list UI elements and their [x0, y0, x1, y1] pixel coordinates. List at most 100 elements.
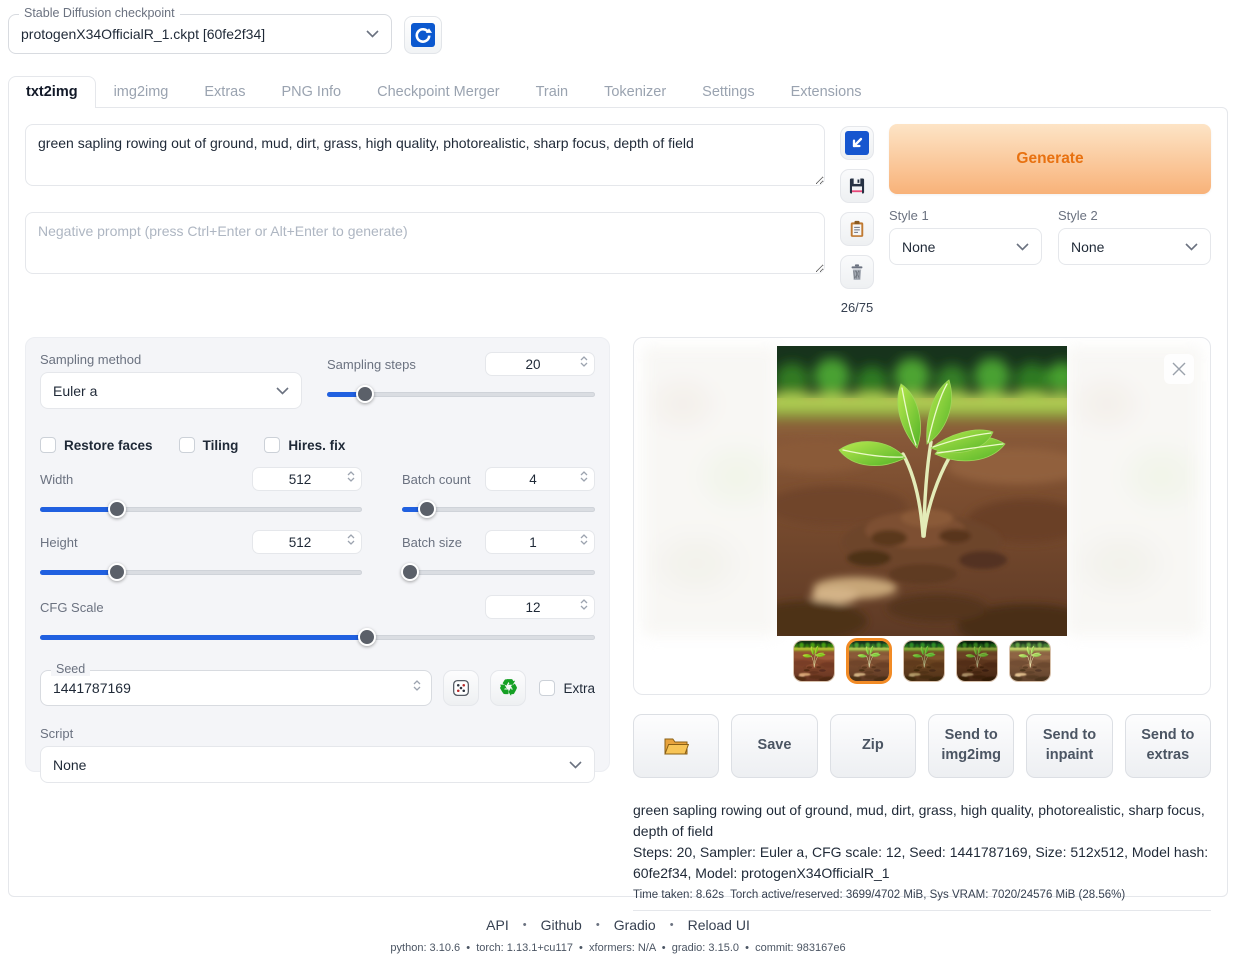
- refresh-icon: [411, 23, 435, 47]
- width-slider[interactable]: [40, 500, 362, 518]
- height-slider[interactable]: [40, 563, 362, 581]
- send-to-extras-button[interactable]: Send to extras: [1125, 714, 1211, 778]
- stepper-icon[interactable]: [413, 680, 421, 691]
- tab-txt2img[interactable]: txt2img: [8, 76, 96, 108]
- batch-count-slider[interactable]: [402, 500, 595, 518]
- dice-icon: [450, 677, 472, 699]
- slider-thumb[interactable]: [356, 385, 374, 403]
- height-label: Height: [40, 535, 78, 550]
- top-bar: Stable Diffusion checkpoint protogenX34O…: [0, 0, 1236, 54]
- arrow-down-left-icon: [845, 131, 869, 155]
- send-to-img2img-button[interactable]: Send to img2img: [928, 714, 1014, 778]
- width-input[interactable]: [252, 467, 362, 491]
- close-gallery-button[interactable]: [1164, 354, 1194, 384]
- tab-png-info[interactable]: PNG Info: [263, 76, 359, 107]
- thumbnail[interactable]: [793, 640, 835, 682]
- slider-thumb[interactable]: [401, 563, 419, 581]
- txt2img-panel: green sapling rowing out of ground, mud,…: [8, 107, 1228, 897]
- checkpoint-field: Stable Diffusion checkpoint protogenX34O…: [8, 14, 392, 54]
- style2-dropdown[interactable]: None: [1058, 228, 1211, 265]
- chevron-down-icon: [366, 30, 379, 38]
- generated-image[interactable]: [777, 346, 1067, 636]
- slider-thumb[interactable]: [358, 628, 376, 646]
- chevron-down-icon: [1016, 243, 1029, 251]
- batch-size-slider[interactable]: [402, 563, 595, 581]
- paste-params-button[interactable]: [840, 126, 874, 160]
- extra-seed-checkbox[interactable]: Extra: [539, 680, 595, 696]
- clear-prompt-button[interactable]: [840, 255, 874, 289]
- stepper-icon[interactable]: [580, 534, 588, 545]
- height-input[interactable]: [252, 530, 362, 554]
- footer-link-api[interactable]: API: [486, 917, 509, 933]
- random-seed-button[interactable]: [443, 670, 479, 706]
- folder-icon: [663, 735, 689, 757]
- thumbnail[interactable]: [956, 640, 998, 682]
- save-button[interactable]: Save: [731, 714, 817, 778]
- stepper-icon[interactable]: [347, 534, 355, 545]
- apply-style-button[interactable]: [840, 212, 874, 246]
- open-folder-button[interactable]: [633, 714, 719, 778]
- cfg-scale-slider[interactable]: [40, 628, 595, 646]
- script-value: None: [53, 757, 86, 773]
- cfg-scale-input[interactable]: [485, 595, 595, 619]
- restore-faces-checkbox[interactable]: Restore faces: [40, 437, 153, 453]
- generate-button[interactable]: Generate: [889, 124, 1211, 194]
- seed-input[interactable]: [41, 671, 431, 705]
- slider-thumb[interactable]: [108, 563, 126, 581]
- tab-img2img[interactable]: img2img: [96, 76, 187, 107]
- tab-extras[interactable]: Extras: [186, 76, 263, 107]
- footer-link-github[interactable]: Github: [541, 917, 582, 933]
- dot-separator: •: [523, 919, 527, 931]
- script-label: Script: [40, 726, 595, 741]
- seed-label: Seed: [51, 662, 90, 676]
- chevron-down-icon: [276, 387, 289, 395]
- save-style-button[interactable]: [840, 169, 874, 203]
- prompt-input[interactable]: green sapling rowing out of ground, mud,…: [25, 124, 825, 186]
- trash-icon: [847, 262, 867, 282]
- output-gallery: [633, 337, 1211, 695]
- checkbox-icon: [40, 437, 56, 453]
- sampling-steps-input[interactable]: [485, 352, 595, 376]
- footer-link-reload-ui[interactable]: Reload UI: [688, 917, 750, 933]
- style1-value: None: [902, 239, 935, 255]
- close-icon: [1170, 360, 1188, 378]
- stepper-icon[interactable]: [347, 471, 355, 482]
- batch-count-label: Batch count: [402, 472, 471, 487]
- slider-thumb[interactable]: [108, 500, 126, 518]
- thumbnail[interactable]: [903, 640, 945, 682]
- send-to-inpaint-button[interactable]: Send to inpaint: [1026, 714, 1112, 778]
- hires-fix-checkbox[interactable]: Hires. fix: [264, 437, 345, 453]
- zip-button[interactable]: Zip: [830, 714, 916, 778]
- batch-size-input[interactable]: [485, 530, 595, 554]
- stepper-icon[interactable]: [580, 471, 588, 482]
- chevron-down-icon: [569, 761, 582, 769]
- recycle-icon: ♻: [499, 677, 519, 699]
- checkpoint-value: protogenX34OfficialR_1.ckpt [60fe2f34]: [21, 26, 265, 42]
- batch-count-input[interactable]: [485, 467, 595, 491]
- style1-dropdown[interactable]: None: [889, 228, 1042, 265]
- tiling-checkbox[interactable]: Tiling: [179, 437, 239, 453]
- slider-thumb[interactable]: [418, 500, 436, 518]
- sampling-method-dropdown[interactable]: Euler a: [40, 372, 302, 409]
- script-dropdown[interactable]: None: [40, 746, 595, 783]
- tab-checkpoint-merger[interactable]: Checkpoint Merger: [359, 76, 518, 107]
- seed-field[interactable]: Seed: [40, 670, 432, 706]
- footer-link-gradio[interactable]: Gradio: [614, 917, 656, 933]
- sampling-steps-slider[interactable]: [327, 385, 595, 403]
- tab-settings[interactable]: Settings: [684, 76, 772, 107]
- thumbnail[interactable]: [1009, 640, 1051, 682]
- reuse-seed-button[interactable]: ♻: [490, 670, 526, 706]
- stepper-icon[interactable]: [580, 356, 588, 367]
- checkbox-icon: [264, 437, 280, 453]
- stepper-icon[interactable]: [580, 599, 588, 610]
- negative-prompt-input[interactable]: [25, 212, 825, 274]
- thumbnail-selected[interactable]: [846, 638, 892, 684]
- checkpoint-dropdown[interactable]: protogenX34OfficialR_1.ckpt [60fe2f34]: [9, 15, 391, 53]
- refresh-checkpoints-button[interactable]: [404, 16, 442, 54]
- tab-extensions[interactable]: Extensions: [773, 76, 880, 107]
- tab-tokenizer[interactable]: Tokenizer: [586, 76, 684, 107]
- style2-value: None: [1071, 239, 1104, 255]
- sampling-method-value: Euler a: [53, 383, 97, 399]
- batch-size-label: Batch size: [402, 535, 462, 550]
- tab-train[interactable]: Train: [518, 76, 587, 107]
